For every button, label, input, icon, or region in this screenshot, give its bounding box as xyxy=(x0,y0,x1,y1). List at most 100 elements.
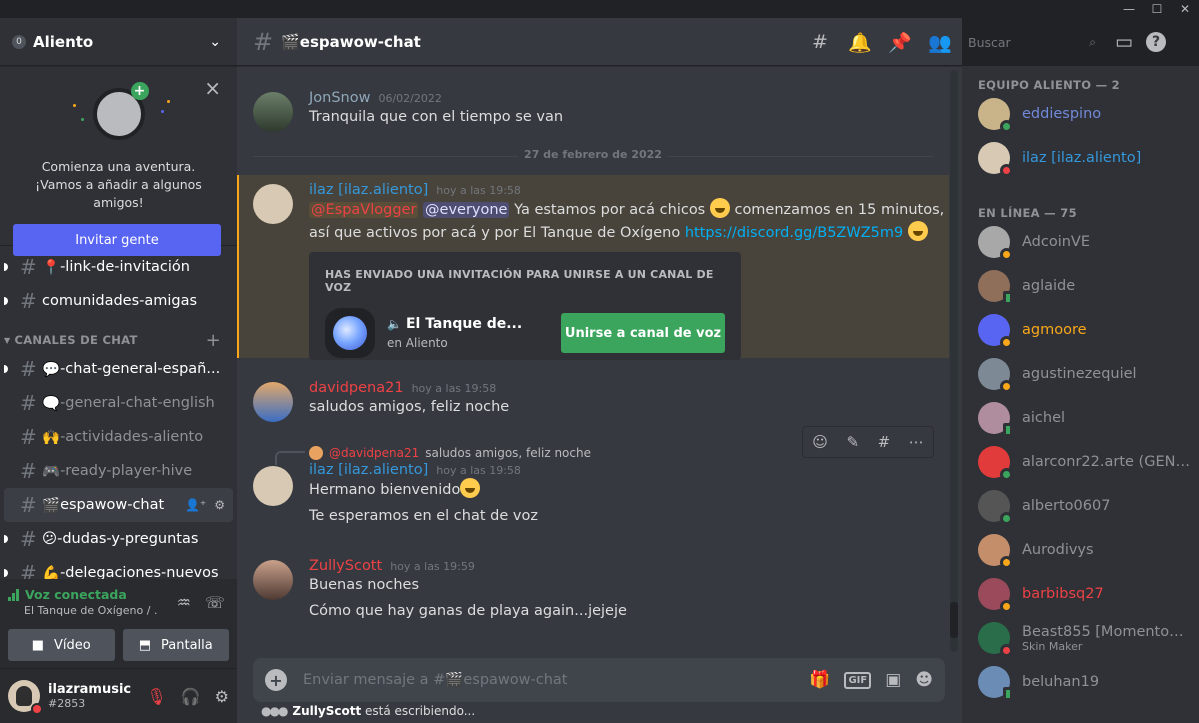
gear-icon[interactable]: ⚙ xyxy=(215,687,229,706)
channel-ready-player-hive[interactable]: # 🎮 -ready-player-hive xyxy=(4,454,233,488)
message-zullyscott: ZullyScott hoy a las 19:59 Buenas noches… xyxy=(237,558,949,622)
close-icon[interactable]: ✕ xyxy=(1171,0,1199,18)
video-button[interactable]: ■ Vídeo xyxy=(8,629,115,661)
speaker-icon: 🔈 xyxy=(387,317,402,331)
message-author[interactable]: JonSnow xyxy=(309,90,370,106)
scrollbar[interactable] xyxy=(950,70,958,652)
voice-buttons: ■ Vídeo ⬒ Pantalla xyxy=(8,629,229,661)
inbox-icon[interactable]: ▭ xyxy=(1110,31,1138,53)
hash-icon: # xyxy=(20,425,37,449)
channel-espawow-chat[interactable]: # 🎬 espawow-chat 👤⁺ ⚙ xyxy=(4,488,233,522)
member-item[interactable]: Beast855 [Momentos ... Skin Maker xyxy=(962,616,1199,660)
maximize-icon[interactable]: ☐ xyxy=(1143,0,1171,18)
window-controls: — ☐ ✕ xyxy=(1115,0,1199,18)
user-tag: #2853 xyxy=(48,697,86,710)
channel-chat-general-espanol[interactable]: # 💬 -chat-general-españ... xyxy=(4,352,233,386)
voice-connected-label: Voz conectada xyxy=(25,587,127,602)
category-name: CANALES DE CHAT xyxy=(14,333,138,347)
attach-plus-icon[interactable]: + xyxy=(265,669,287,691)
reply-preview[interactable]: @davidpena21 saludos amigos, feliz noche xyxy=(309,444,949,462)
mention-everyone[interactable]: @everyone xyxy=(423,202,510,218)
avatar xyxy=(978,490,1013,525)
channel-link-de-invitacion[interactable]: # 📍 -link-de-invitación xyxy=(4,250,233,284)
username: ilazramusic xyxy=(48,682,132,697)
member-name: eddiespino xyxy=(1022,106,1102,122)
member-item[interactable]: Aurodivys xyxy=(962,528,1199,572)
member-group-heading: EN LÍNEA — 75 xyxy=(978,206,1077,220)
gif-button[interactable]: GIF xyxy=(844,671,872,689)
voice-channel-label[interactable]: El Tanque de Oxígeno / ... xyxy=(8,604,158,617)
member-item[interactable]: barbibsq27 xyxy=(962,572,1199,616)
composer-tools: 🎁 GIF ▣ ☻ xyxy=(809,670,933,690)
channel-emoji: 💬 xyxy=(42,361,61,378)
emoji-picker-icon[interactable]: ☻ xyxy=(915,670,933,690)
friend-card-line2: ¡Vamos a añadir a algunos amigos! xyxy=(35,177,202,210)
avatar[interactable] xyxy=(253,92,293,132)
member-list-icon[interactable]: 👥 xyxy=(920,31,960,54)
category-canales-de-chat[interactable]: ▼ CANALES DE CHAT + xyxy=(0,328,237,352)
avatar[interactable] xyxy=(253,466,293,506)
message-author[interactable]: ilaz [ilaz.aliento] xyxy=(309,462,428,478)
reply-text: saludos amigos, feliz noche xyxy=(425,446,591,460)
status-indicator xyxy=(1003,291,1013,305)
channel-comunidades-amigas[interactable]: # comunidades-amigas xyxy=(4,284,233,318)
threads-icon[interactable]: # xyxy=(800,31,840,53)
invite-link[interactable]: https://discord.gg/B5ZWZ5m9 xyxy=(685,225,903,241)
signal-icon xyxy=(8,588,19,601)
member-activity: Skin Maker xyxy=(1022,639,1083,653)
server-badge: 0 xyxy=(12,34,26,49)
status-indicator xyxy=(1003,423,1013,437)
user-info[interactable]: ilazramusic #2853 xyxy=(48,682,131,710)
member-item[interactable]: AdcoinVE xyxy=(962,220,1199,264)
message-author[interactable]: davidpena21 xyxy=(309,380,404,396)
screen-share-button[interactable]: ⬒ Pantalla xyxy=(122,629,229,661)
message-text-part: comenzamos en 15 minutos, xyxy=(729,202,945,218)
pin-icon[interactable]: 📌 xyxy=(880,31,920,54)
hash-icon: # xyxy=(253,27,274,56)
member-item[interactable]: eddiespino xyxy=(962,92,1199,136)
gift-icon[interactable]: 🎁 xyxy=(809,670,830,690)
member-item[interactable]: alberto0607 xyxy=(962,484,1199,528)
search-input[interactable] xyxy=(968,34,1090,50)
member-item[interactable]: aichel xyxy=(962,396,1199,440)
channel-actividades-aliento[interactable]: # 🙌 -actividades-aliento xyxy=(4,420,233,454)
server-header[interactable]: 0 Aliento ⌄ xyxy=(0,18,237,66)
mention-espavlogger[interactable]: @EspaVlogger xyxy=(309,202,419,218)
noise-suppression-icon[interactable]: ♒ xyxy=(177,593,191,612)
create-invite-icon[interactable]: 👤⁺ xyxy=(185,498,206,512)
message-input[interactable] xyxy=(303,672,810,688)
member-item[interactable]: ilaz [ilaz.aliento] xyxy=(962,136,1199,180)
message-jonsnow: JonSnow 06/02/2022 Tranquila que con el … xyxy=(237,90,949,132)
message-timestamp: 06/02/2022 xyxy=(378,92,442,105)
message-author[interactable]: ZullyScott xyxy=(309,558,382,574)
channel-dudas-y-preguntas[interactable]: # 😕 -dudas-y-preguntas xyxy=(4,522,233,556)
member-item[interactable]: agmoore xyxy=(962,308,1199,352)
avatar[interactable] xyxy=(8,680,43,715)
join-voice-button[interactable]: Unirse a canal de voz xyxy=(561,313,725,353)
message-author[interactable]: ilaz [ilaz.aliento] xyxy=(309,182,428,198)
close-icon[interactable]: × xyxy=(204,76,221,100)
search-box[interactable]: ⌕ xyxy=(962,30,1102,54)
status-indicator xyxy=(1000,380,1013,393)
member-item[interactable]: aglaide xyxy=(962,264,1199,308)
disconnect-icon[interactable]: ☏ xyxy=(205,593,225,612)
gear-icon[interactable]: ⚙ xyxy=(214,498,225,512)
member-item[interactable]: agustinezequiel xyxy=(962,352,1199,396)
member-item[interactable]: alarconr22.arte (GENE... xyxy=(962,440,1199,484)
member-item[interactable]: beluhan19 xyxy=(962,660,1199,704)
avatar[interactable] xyxy=(253,560,293,600)
minimize-icon[interactable]: — xyxy=(1115,0,1143,18)
channel-general-chat-english[interactable]: # 🗨️ -general-chat-english xyxy=(4,386,233,420)
bell-icon[interactable]: 🔔 xyxy=(840,31,880,54)
invite-server-name: en Aliento xyxy=(387,336,448,350)
avatar[interactable] xyxy=(253,184,293,224)
sticker-icon[interactable]: ▣ xyxy=(885,670,901,690)
hash-icon: # xyxy=(20,459,37,483)
help-icon[interactable]: ? xyxy=(1146,32,1166,52)
mic-muted-icon[interactable]: 🎙 xyxy=(146,687,166,706)
add-channel-icon[interactable]: + xyxy=(206,330,221,351)
headphones-icon[interactable]: 🎧 xyxy=(181,687,201,706)
avatar[interactable] xyxy=(253,382,293,422)
avatar xyxy=(978,270,1013,305)
reply-author: @davidpena21 xyxy=(329,446,420,460)
